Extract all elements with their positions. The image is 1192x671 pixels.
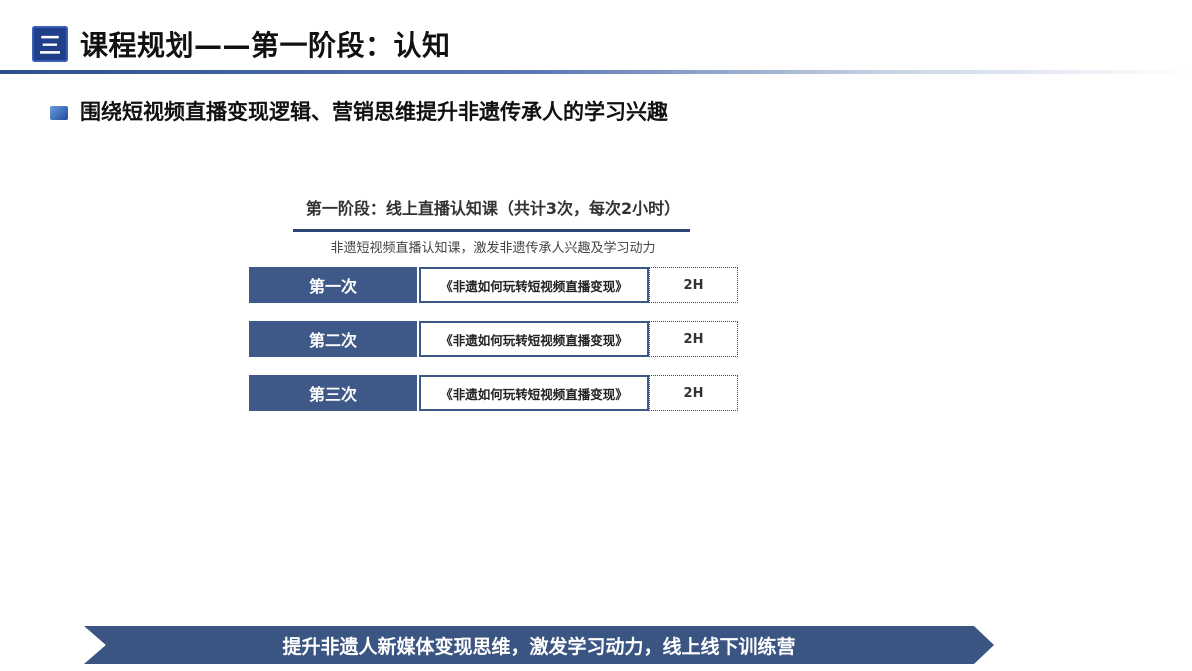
sub-heading: 围绕短视频直播变现逻辑、营销思维提升非遗传承人的学习兴趣 xyxy=(80,100,668,124)
session-label: 第一次 xyxy=(249,267,417,303)
section-number-badge: 三 xyxy=(32,26,68,62)
session-label: 第三次 xyxy=(249,375,417,411)
bottom-banner: 提升非遗人新媒体变现思维，激发学习动力，线上线下训练营 xyxy=(84,626,994,664)
session-row: 第二次 《非遗如何玩转短视频直播变现》 2H xyxy=(249,321,739,357)
session-course-title: 《非遗如何玩转短视频直播变现》 xyxy=(419,267,649,303)
page-title: 课程规划——第一阶段：认知 xyxy=(80,29,451,62)
session-row: 第三次 《非遗如何玩转短视频直播变现》 2H xyxy=(249,375,739,411)
session-hours: 2H xyxy=(649,321,738,357)
title-divider xyxy=(0,70,1192,74)
stage-description: 非遗短视频直播认知课，激发非遗传承人兴趣及学习动力 xyxy=(330,241,656,256)
session-label: 第二次 xyxy=(249,321,417,357)
session-hours: 2H xyxy=(649,375,738,411)
session-course-title: 《非遗如何玩转短视频直播变现》 xyxy=(419,321,649,357)
session-row: 第一次 《非遗如何玩转短视频直播变现》 2H xyxy=(249,267,739,303)
bullet-square-icon xyxy=(50,106,68,120)
stage-title-underline xyxy=(293,229,690,232)
stage-title: 第一阶段：线上直播认知课（共计3次，每次2小时） xyxy=(305,199,681,218)
session-course-title: 《非遗如何玩转短视频直播变现》 xyxy=(419,375,649,411)
session-hours: 2H xyxy=(649,267,738,303)
